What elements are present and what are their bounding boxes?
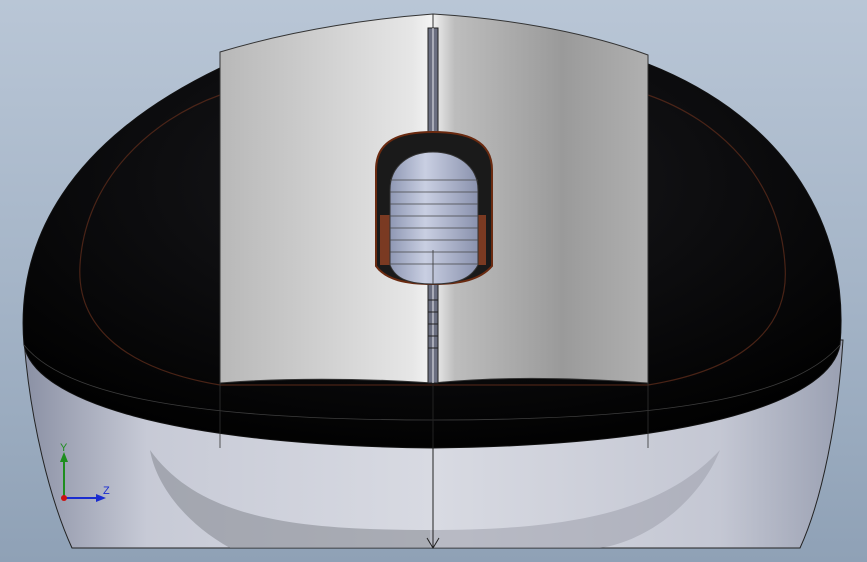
wheel-housing-left-wall bbox=[380, 215, 390, 265]
y-axis-label: Y bbox=[60, 442, 68, 454]
z-axis-label: Z bbox=[103, 485, 110, 497]
scroll-wheel bbox=[389, 151, 479, 285]
cad-viewport[interactable]: Y Z bbox=[0, 0, 867, 562]
mouse-model-section-view[interactable] bbox=[0, 0, 867, 562]
coordinate-triad: Y Z bbox=[50, 440, 120, 510]
